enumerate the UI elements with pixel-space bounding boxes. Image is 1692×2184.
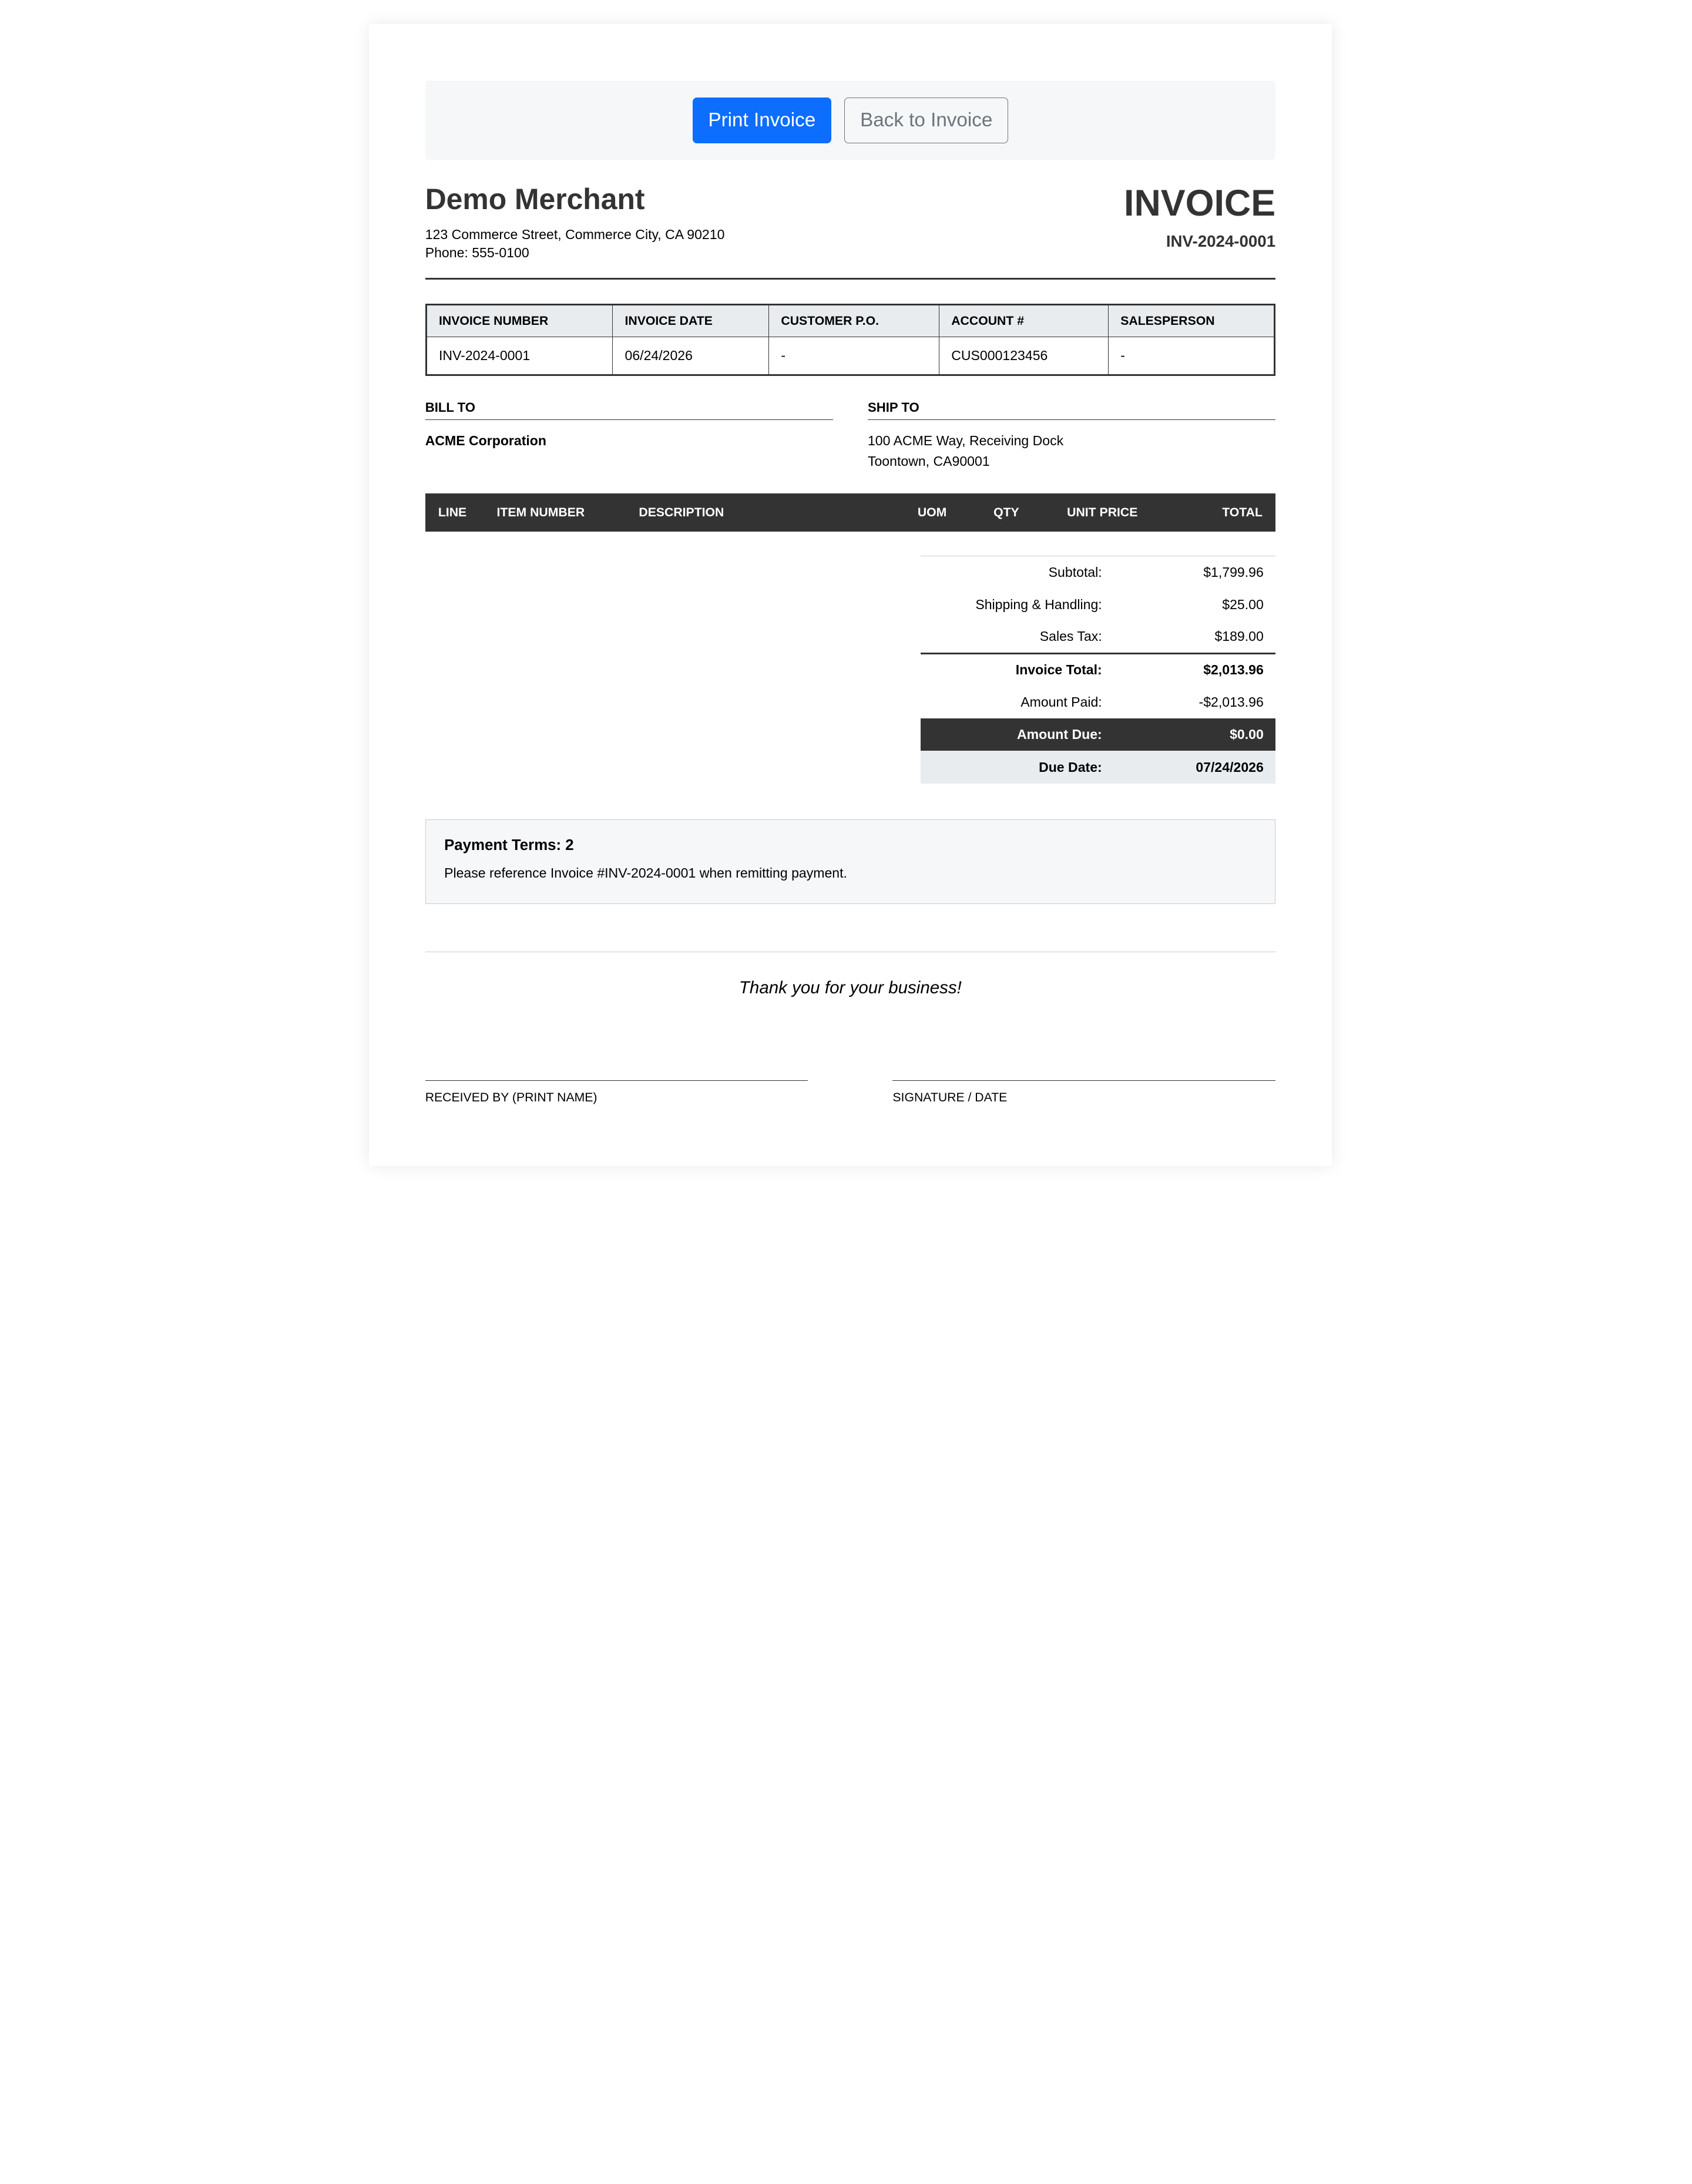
ship-to-line2: Toontown, CA90001 [867,453,990,469]
amount-due-value: $0.00 [1114,718,1276,751]
meta-value-invoice-date: 06/24/2026 [612,337,770,375]
shipping-row: Shipping & Handling: $25.00 [921,589,1275,621]
meta-header-account: ACCOUNT # [938,304,1109,338]
ship-to-body: 100 ACME Way, Receiving Dock Toontown, C… [868,431,1275,472]
action-bar: Print Invoice Back to Invoice [425,80,1276,161]
col-item-number: ITEM NUMBER [484,493,626,532]
due-date-row: Due Date: 07/24/2026 [921,751,1276,784]
bill-to-heading: BILL TO [425,400,833,420]
payment-terms-box: Payment Terms: 2 Please reference Invoic… [425,819,1276,904]
payment-terms-note: Please reference Invoice #INV-2024-0001 … [444,865,847,881]
tax-value: $189.00 [1214,629,1264,644]
meta-value-row: INV-2024-0001 06/24/2026 - CUS000123456 … [425,337,1275,375]
due-date-label: Due Date: [921,751,1114,784]
amount-due-row: Amount Due: $0.00 [921,718,1276,751]
meta-header-invoice-date: INVOICE DATE [612,304,770,338]
subtotal-label: Subtotal: [1048,564,1102,580]
tax-label: Sales Tax: [1039,629,1102,644]
invoice-content: Print Invoice Back to Invoice Demo Merch… [425,80,1276,1105]
back-to-invoice-button[interactable]: Back to Invoice [844,98,1009,143]
amount-paid-value: -$2,013.96 [1198,694,1264,710]
invoice-total-row: Invoice Total: $2,013.96 [921,652,1276,686]
subtotal-row: Subtotal: $1,799.96 [921,556,1275,588]
meta-value-invoice-number: INV-2024-0001 [425,337,613,375]
amount-paid-label: Amount Paid: [1020,694,1102,710]
col-line: LINE [425,493,484,532]
ship-to-line1: 100 ACME Way, Receiving Dock [867,433,1064,449]
invoice-header: Demo Merchant 123 Commerce Street, Comme… [425,160,1276,280]
merchant-contact: 123 Commerce Street, Commerce City, CA 9… [425,226,725,263]
bill-to-name: ACME Corporation [425,433,546,449]
shipping-label: Shipping & Handling: [975,596,1102,612]
meta-value-customer-po: - [768,337,939,375]
signature-section: RECEIVED BY (PRINT NAME) SIGNATURE / DAT… [425,1080,1276,1105]
merchant-address: 123 Commerce Street, Commerce City, CA 9… [425,226,725,242]
invoice-page: Print Invoice Back to Invoice Demo Merch… [368,23,1332,1166]
meta-value-account: CUS000123456 [938,337,1109,375]
signature-date-line: SIGNATURE / DATE [892,1080,1276,1105]
ship-to-heading: SHIP TO [867,400,1276,420]
meta-header-salesperson: SALESPERSON [1107,304,1275,338]
invoice-title: INVOICE [1124,183,1276,224]
due-date-value: 07/24/2026 [1114,751,1276,784]
line-items-table: LINE ITEM NUMBER DESCRIPTION UOM QTY UNI… [425,493,1276,532]
invoice-total-value: $2,013.96 [1114,652,1276,686]
subtotal-value: $1,799.96 [1203,564,1264,580]
invoice-total-label: Invoice Total: [921,652,1114,686]
merchant-name: Demo Merchant [425,183,645,216]
invoice-number-heading: INV-2024-0001 [1166,232,1276,251]
bill-to-block: BILL TO ACME Corporation [425,400,833,472]
bill-to-body: ACME Corporation [425,431,833,451]
payment-terms-title: Payment Terms: 2 [444,837,574,854]
merchant-phone: Phone: 555-0100 [425,245,529,261]
print-invoice-button[interactable]: Print Invoice [692,98,832,143]
meta-header-invoice-number: INVOICE NUMBER [425,304,613,338]
invoice-meta-table: INVOICE NUMBER INVOICE DATE CUSTOMER P.O… [425,303,1276,376]
meta-header-row: INVOICE NUMBER INVOICE DATE CUSTOMER P.O… [425,304,1275,338]
col-unit-price: UNIT PRICE [1053,493,1152,532]
received-by-line: RECEIVED BY (PRINT NAME) [425,1080,808,1105]
amount-due-label: Amount Due: [921,718,1114,751]
col-qty: QTY [959,493,1053,532]
shipping-value: $25.00 [1222,596,1264,612]
col-total: TOTAL [1152,493,1276,532]
address-section: BILL TO ACME Corporation SHIP TO 100 ACM… [425,400,1276,472]
tax-row: Sales Tax: $189.00 [921,621,1275,653]
col-description: DESCRIPTION [626,493,905,532]
ship-to-block: SHIP TO 100 ACME Way, Receiving Dock Too… [867,400,1276,472]
amount-paid-row: Amount Paid: -$2,013.96 [921,686,1275,718]
line-items-header-row: LINE ITEM NUMBER DESCRIPTION UOM QTY UNI… [425,493,1276,532]
col-uom: UOM [904,493,960,532]
thank-you-message: Thank you for your business! [425,951,1276,998]
meta-header-customer-po: CUSTOMER P.O. [768,304,939,338]
totals-table: Subtotal: $1,799.96 Shipping & Handling:… [921,555,1276,784]
meta-value-salesperson: - [1107,337,1275,375]
